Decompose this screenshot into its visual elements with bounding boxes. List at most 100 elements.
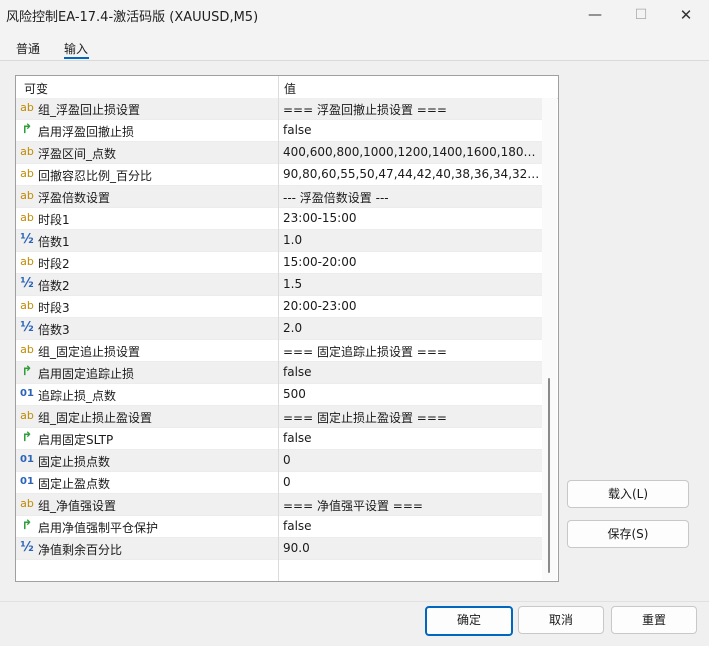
parameter-value[interactable]: === 浮盈回撤止损设置 === — [283, 101, 541, 118]
parameter-name: 启用固定SLTP — [38, 433, 114, 447]
parameter-value[interactable]: 23:00-15:00 — [283, 211, 541, 225]
minimize-button[interactable]: — — [572, 0, 618, 30]
parameter-row[interactable]: ½ 净值剩余百分比 90.0 — [16, 538, 542, 560]
column-header-variable[interactable]: 可变 — [24, 80, 48, 97]
parameter-name: 固定止损点数 — [38, 455, 111, 469]
parameter-name: 回撤容忍比例_百分比 — [38, 169, 153, 183]
parameter-row[interactable]: 01 追踪止损_点数 500 — [16, 384, 542, 406]
parameter-row[interactable]: ab 浮盈倍数设置 --- 浮盈倍数设置 --- — [16, 186, 542, 208]
parameter-value[interactable]: 2.0 — [283, 321, 541, 335]
text-type-icon: ab — [20, 211, 34, 224]
close-button[interactable]: ✕ — [663, 0, 709, 30]
text-type-icon: ab — [20, 299, 34, 312]
parameter-name: 倍数3 — [38, 323, 70, 337]
parameter-value[interactable]: 0 — [283, 475, 541, 489]
boolean-arrow-icon: ↱ — [21, 364, 33, 379]
parameter-value[interactable]: 500 — [283, 387, 541, 401]
parameter-name: 组_固定追止损设置 — [38, 345, 141, 359]
integer-icon: 01 — [20, 476, 34, 487]
parameter-row[interactable]: ↱ 启用固定SLTP false — [16, 428, 542, 450]
parameter-row[interactable]: ½ 倍数3 2.0 — [16, 318, 542, 340]
scrollbar-thumb[interactable] — [548, 378, 550, 573]
parameter-name: 倍数1 — [38, 235, 70, 249]
parameter-row[interactable]: ab 浮盈区间_点数 400,600,800,1000,1200,1400,1600… — [16, 142, 542, 164]
load-button[interactable]: 载入(L) — [567, 480, 689, 508]
parameter-name: 时段1 — [38, 213, 70, 227]
text-type-icon: ab — [20, 255, 34, 268]
parameter-value[interactable]: 90,80,60,55,50,47,44,42,40,38,36,34,32,3… — [283, 167, 541, 181]
reset-button[interactable]: 重置 — [611, 606, 697, 634]
parameter-value[interactable]: 400,600,800,1000,1200,1400,1600,1800,20.… — [283, 145, 541, 159]
parameter-value[interactable]: 90.0 — [283, 541, 541, 555]
parameter-name: 追踪止损_点数 — [38, 389, 117, 403]
window-title: 风险控制EA-17.4-激活码版 (XAUUSD,M5) — [6, 10, 259, 25]
parameter-value[interactable]: 0 — [283, 453, 541, 467]
grid-header: 可变 值 — [16, 76, 558, 99]
integer-icon: 01 — [20, 388, 34, 399]
parameter-value[interactable]: === 固定止损止盈设置 === — [283, 409, 541, 426]
text-type-icon: ab — [20, 145, 34, 158]
maximize-button[interactable]: ☐ — [618, 0, 664, 30]
parameter-name: 倍数2 — [38, 279, 70, 293]
column-header-value[interactable]: 值 — [284, 80, 296, 97]
integer-icon: 01 — [20, 454, 34, 465]
boolean-arrow-icon: ↱ — [21, 430, 33, 445]
fraction-icon: ½ — [20, 232, 34, 247]
tab-inputs[interactable]: 输入 — [64, 40, 88, 57]
parameter-value[interactable]: false — [283, 519, 541, 533]
parameter-name: 组_浮盈回止损设置 — [38, 103, 141, 117]
parameter-value[interactable]: === 净值强平设置 === — [283, 497, 541, 514]
parameter-row[interactable]: ab 时段2 15:00-20:00 — [16, 252, 542, 274]
parameter-value[interactable]: false — [283, 123, 541, 137]
parameter-name: 启用净值强制平仓保护 — [38, 521, 159, 535]
text-type-icon: ab — [20, 167, 34, 180]
parameter-value[interactable]: === 固定追踪止损设置 === — [283, 343, 541, 360]
parameter-row[interactable]: ab 组_固定追止损设置 === 固定追踪止损设置 === — [16, 340, 542, 362]
parameter-name: 固定止盈点数 — [38, 477, 111, 491]
parameter-value[interactable]: false — [283, 365, 541, 379]
dialog-body: 普通 输入 可变 值 ab 组_浮盈回止损设置 === 浮盈回撤止损设置 === ↱ 启… — [0, 30, 709, 646]
cancel-button[interactable]: 取消 — [518, 606, 604, 634]
parameter-row[interactable]: ½ 倍数2 1.5 — [16, 274, 542, 296]
parameter-rows: ab 组_浮盈回止损设置 === 浮盈回撤止损设置 === ↱ 启用浮盈回撤止损 fals… — [16, 98, 542, 560]
save-button[interactable]: 保存(S) — [567, 520, 689, 548]
ok-button[interactable]: 确定 — [425, 606, 513, 636]
parameter-row[interactable]: 01 固定止损点数 0 — [16, 450, 542, 472]
parameter-name: 时段2 — [38, 257, 70, 271]
tab-bar: 普通 输入 — [0, 30, 709, 61]
vertical-scrollbar[interactable] — [542, 98, 557, 580]
fraction-icon: ½ — [20, 276, 34, 291]
parameter-row[interactable]: ab 时段3 20:00-23:00 — [16, 296, 542, 318]
parameter-row[interactable]: ½ 倍数1 1.0 — [16, 230, 542, 252]
parameter-value[interactable]: false — [283, 431, 541, 445]
boolean-arrow-icon: ↱ — [21, 122, 33, 137]
text-type-icon: ab — [20, 101, 34, 114]
parameter-value[interactable]: 1.5 — [283, 277, 541, 291]
parameter-value[interactable]: 15:00-20:00 — [283, 255, 541, 269]
parameter-row[interactable]: ↱ 启用浮盈回撤止损 false — [16, 120, 542, 142]
parameter-row[interactable]: ↱ 启用净值强制平仓保护 false — [16, 516, 542, 538]
parameter-row[interactable]: ab 组_固定止损止盈设置 === 固定止损止盈设置 === — [16, 406, 542, 428]
parameter-name: 组_净值强设置 — [38, 499, 117, 513]
boolean-arrow-icon: ↱ — [21, 518, 33, 533]
parameter-name: 组_固定止损止盈设置 — [38, 411, 153, 425]
parameter-value[interactable]: 1.0 — [283, 233, 541, 247]
parameter-row[interactable]: ab 组_浮盈回止损设置 === 浮盈回撤止损设置 === — [16, 98, 542, 120]
parameter-value[interactable]: 20:00-23:00 — [283, 299, 541, 313]
text-type-icon: ab — [20, 189, 34, 202]
fraction-icon: ½ — [20, 540, 34, 555]
parameter-name: 启用固定追踪止损 — [38, 367, 135, 381]
title-bar: 风险控制EA-17.4-激活码版 (XAUUSD,M5) — ☐ ✕ — [0, 0, 709, 30]
parameter-row[interactable]: 01 固定止盈点数 0 — [16, 472, 542, 494]
parameter-name: 净值剩余百分比 — [38, 543, 123, 557]
parameter-name: 浮盈倍数设置 — [38, 191, 111, 205]
parameter-name: 时段3 — [38, 301, 70, 315]
parameter-row[interactable]: ab 回撤容忍比例_百分比 90,80,60,55,50,47,44,42,40,3… — [16, 164, 542, 186]
parameter-value[interactable]: --- 浮盈倍数设置 --- — [283, 189, 541, 206]
column-divider[interactable] — [278, 76, 279, 581]
parameter-row[interactable]: ab 组_净值强设置 === 净值强平设置 === — [16, 494, 542, 516]
parameter-row[interactable]: ↱ 启用固定追踪止损 false — [16, 362, 542, 384]
parameter-row[interactable]: ab 时段1 23:00-15:00 — [16, 208, 542, 230]
tab-common[interactable]: 普通 — [16, 40, 40, 57]
fraction-icon: ½ — [20, 320, 34, 335]
